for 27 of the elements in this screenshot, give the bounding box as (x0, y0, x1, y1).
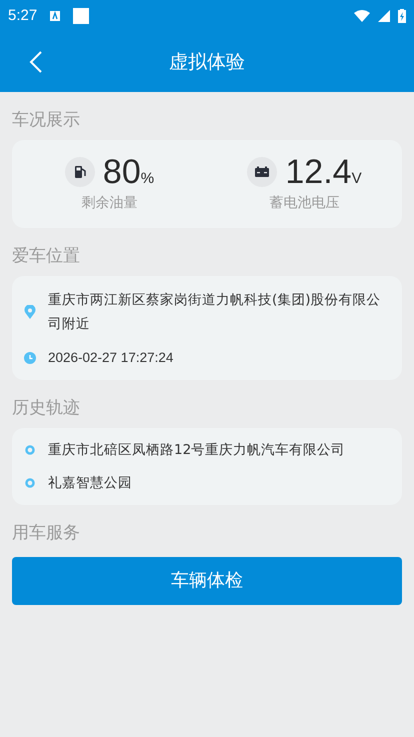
notification-icon (49, 10, 62, 22)
location-pin-icon (24, 305, 36, 319)
history-location: 重庆市北碚区凤栖路12号重庆力帆汽车有限公司 (48, 441, 346, 460)
section-title: 用车服务 (11, 522, 81, 545)
ring-dot-icon (24, 444, 36, 456)
clock-icon (24, 352, 36, 364)
stat-value: 80% (102, 154, 154, 188)
section-title: 车况展示 (11, 109, 81, 132)
fuel-pump-icon (64, 156, 95, 186)
location-address: 重庆市两江新区蔡家岗街道力帆科技(集团)股份有限公司附近 (48, 291, 382, 334)
notification-square-icon (73, 8, 90, 24)
wifi-icon (354, 10, 370, 22)
signal-icon (378, 10, 390, 22)
history-location: 礼嘉智慧公园 (48, 474, 132, 492)
section-title: 历史轨迹 (11, 397, 81, 420)
stat-value: 12.4V (285, 154, 362, 188)
stat-label: 剩余油量 (82, 194, 138, 212)
battery-status-icon (398, 9, 406, 23)
vehicle-check-button[interactable]: 车辆体检 (12, 556, 402, 605)
battery-icon (247, 156, 278, 186)
ring-dot-icon (24, 476, 36, 489)
location-time: 2026-02-27 17:27:24 (48, 349, 174, 367)
back-icon (29, 51, 43, 73)
stat-label: 蓄电池电压 (270, 194, 340, 212)
page-title: 虚拟体验 (169, 50, 245, 75)
section-title: 爱车位置 (11, 245, 81, 268)
status-time: 5:27 (8, 6, 38, 26)
